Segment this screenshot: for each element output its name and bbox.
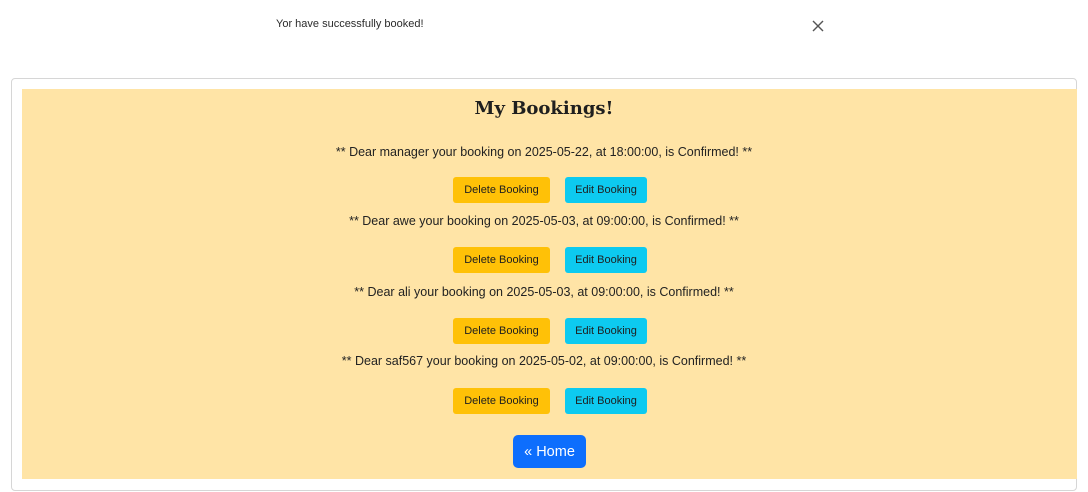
close-icon[interactable] — [808, 16, 828, 36]
booking-text: ** Dear awe your booking on 2025-05-03, … — [349, 214, 739, 228]
booking-text: ** Dear ali your booking on 2025-05-03, … — [354, 285, 734, 299]
home-button[interactable]: « Home — [513, 435, 586, 468]
booking-actions: Delete Booking Edit Booking — [453, 177, 647, 203]
alert-message: Yor have successfully booked! — [276, 18, 424, 30]
page-title: My Bookings! — [474, 98, 614, 119]
edit-booking-button[interactable]: Edit Booking — [565, 318, 647, 344]
delete-booking-button[interactable]: Delete Booking — [453, 388, 550, 414]
delete-booking-button[interactable]: Delete Booking — [453, 247, 550, 273]
edit-booking-button[interactable]: Edit Booking — [565, 247, 647, 273]
delete-booking-button[interactable]: Delete Booking — [453, 177, 550, 203]
booking-text: ** Dear manager your booking on 2025-05-… — [335, 145, 753, 159]
booking-actions: Delete Booking Edit Booking — [453, 318, 647, 344]
edit-booking-button[interactable]: Edit Booking — [565, 388, 647, 414]
booking-actions: Delete Booking Edit Booking — [453, 247, 647, 273]
booking-actions: Delete Booking Edit Booking — [453, 388, 647, 414]
success-alert: Yor have successfully booked! — [0, 0, 1088, 60]
delete-booking-button[interactable]: Delete Booking — [453, 318, 550, 344]
booking-text: ** Dear saf567 your booking on 2025-05-0… — [341, 354, 747, 368]
edit-booking-button[interactable]: Edit Booking — [565, 177, 647, 203]
